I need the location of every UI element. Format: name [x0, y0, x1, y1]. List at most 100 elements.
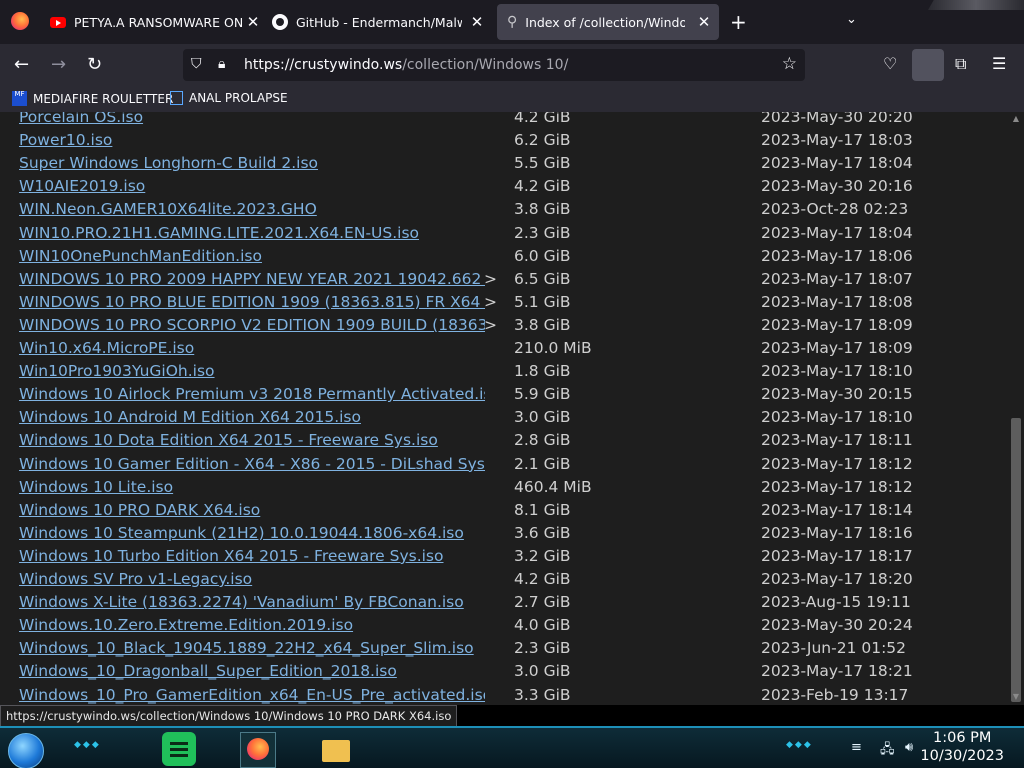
bookmark-second[interactable]: ANAL PROLAPSE	[170, 91, 288, 105]
close-icon[interactable]: ✕	[468, 13, 486, 31]
url-bar[interactable]: ⛉ 🔒︎ https://crustywindo.ws/collection/W…	[183, 49, 805, 81]
file-row: Windows 10 Lite.iso 460.4 MiB 2023-May-17 …	[0, 476, 1008, 499]
file-size: 2.3 GiB	[514, 639, 571, 658]
tab-petya-video[interactable]: PETYA.A RANSOMWARE ON A ✕	[50, 4, 268, 40]
file-link[interactable]: Windows_10_Black_19045.1889_22H2_x64_Sup…	[19, 637, 485, 660]
vertical-scrollbar[interactable]: ▲ ▼	[1008, 112, 1024, 705]
file-size: 4.2 GiB	[514, 570, 571, 588]
extension-button[interactable]	[912, 49, 944, 81]
file-row: Windows 10 PRO DARK X64.iso 8.1 GiB 2023-M…	[0, 499, 1008, 522]
file-explorer-icon[interactable]	[318, 732, 352, 766]
file-date: 2023-Jun-21 01:52	[761, 639, 907, 658]
taskbar-clock[interactable]: 1:06 PM 10/30/2023	[920, 729, 1004, 765]
bookmarks-bar: MF MEDIAFIRE ROULETTER ANAL PROLAPSE	[0, 86, 1024, 113]
tab-github[interactable]: GitHub - Endermanch/Malware ✕	[272, 4, 492, 40]
firefox-taskbar-icon[interactable]	[240, 732, 276, 768]
file-row: W10AIE2019.iso 4.2 GiB 2023-May-30 20:16	[0, 175, 1008, 198]
scroll-up-arrow-icon[interactable]: ▲	[1011, 114, 1021, 123]
file-link[interactable]: WINDOWS 10 PRO BLUE EDITION 1909 (18363.…	[19, 291, 485, 314]
file-row: Windows X-Lite (18363.2274) 'Vanadium' B…	[0, 591, 1008, 614]
file-size: 210.0 MiB	[514, 339, 592, 357]
file-link[interactable]: Windows_10_Dragonball_Super_Edition_2018…	[19, 660, 485, 683]
file-link[interactable]: Win10Pro1903YuGiOh.iso	[19, 360, 485, 383]
file-link[interactable]: Windows 10 Gamer Edition - X64 - X86 - 2…	[19, 453, 485, 476]
forward-button[interactable]: →	[51, 54, 66, 75]
file-size: 4.2 GiB	[514, 112, 571, 126]
file-row: Win10.x64.MicroPE.iso 210.0 MiB 2023-May-1…	[0, 337, 1008, 360]
pocket-icon[interactable]: ♡	[883, 54, 897, 73]
file-size: 460.4 MiB	[514, 477, 592, 496]
network-icon[interactable]: 🖧︎	[880, 740, 895, 762]
file-date: 2023-May-17 18:16	[761, 523, 913, 542]
firefox-icon[interactable]	[11, 12, 29, 30]
file-size: 5.1 GiB	[514, 292, 571, 311]
file-link[interactable]: Windows 10 Steampunk (21H2) 10.0.19044.1…	[19, 522, 485, 545]
file-link[interactable]: W10AIE2019.iso	[19, 175, 485, 198]
file-link[interactable]: WINDOWS 10 PRO 2009 HAPPY NEW YEAR 2021 …	[19, 268, 485, 291]
file-link[interactable]: Super Windows Longhorn-C Build 2.iso	[19, 152, 485, 175]
youtube-icon	[50, 16, 66, 28]
url-text[interactable]: https://crustywindo.ws/collection/Window…	[244, 57, 568, 73]
tab-label: PETYA.A RANSOMWARE ON A	[74, 14, 242, 30]
file-link[interactable]: Windows 10 Airlock Premium v3 2018 Perma…	[19, 383, 485, 406]
menu-icon[interactable]: ☰	[992, 54, 1006, 73]
file-date: 2023-May-17 18:08	[761, 292, 913, 311]
bookmark-mediafire[interactable]: MF MEDIAFIRE ROULETTER	[12, 91, 173, 106]
file-row: WIN10OnePunchManEdition.iso 6.0 GiB 2023-M…	[0, 245, 1008, 268]
file-date: 2023-May-17 18:12	[761, 477, 913, 496]
start-button[interactable]	[8, 733, 44, 768]
directory-listing: Porcelain OS.iso 4.2 GiB 2023-May-30 20:20…	[0, 112, 1008, 705]
back-button[interactable]: ←	[14, 54, 29, 75]
file-link[interactable]: Windows.10.Zero.Extreme.Edition.2019.iso	[19, 614, 485, 637]
file-link[interactable]: WIN10OnePunchManEdition.iso	[19, 245, 485, 268]
file-link[interactable]: WIN.Neon.GAMER10X64lite.2023.GHO	[19, 198, 485, 221]
decorative-frame	[928, 0, 1024, 10]
truncation-marker: >	[484, 269, 497, 288]
reload-button[interactable]: ↻	[87, 54, 102, 75]
close-icon[interactable]: ✕	[695, 13, 713, 31]
tab-index-of[interactable]: ⚲ Index of /collection/Windows 1 ✕	[497, 4, 719, 40]
bookmark-star-icon[interactable]: ☆	[782, 54, 797, 74]
volume-icon[interactable]: 🔊︎	[905, 740, 913, 755]
file-date: 2023-May-17 18:21	[761, 662, 913, 681]
scrollbar-thumb[interactable]	[1011, 418, 1021, 702]
file-link[interactable]: Windows SV Pro v1-Legacy.iso	[19, 568, 485, 591]
file-row: Windows SV Pro v1-Legacy.iso 4.2 GiB 2023-…	[0, 568, 1008, 591]
file-date: 2023-Feb-19 13:17	[761, 685, 909, 704]
file-link[interactable]: Power10.iso	[19, 129, 485, 152]
tab-strip: PETYA.A RANSOMWARE ON A ✕ GitHub - Ender…	[0, 0, 1024, 44]
file-link[interactable]: Windows X-Lite (18363.2274) 'Vanadium' B…	[19, 591, 485, 614]
file-link[interactable]: Windows 10 Lite.iso	[19, 476, 485, 499]
file-row: Windows 10 Airlock Premium v3 2018 Perma…	[0, 383, 1008, 406]
file-link[interactable]: Windows_10_Pro_GamerEdition_x64_En-US_Pr…	[19, 684, 485, 706]
file-size: 2.8 GiB	[514, 431, 571, 450]
file-date: 2023-May-17 18:10	[761, 408, 913, 427]
file-size: 3.8 GiB	[514, 200, 571, 219]
file-link[interactable]: Porcelain OS.iso	[19, 112, 485, 129]
list-all-tabs-button[interactable]: ⌄	[846, 12, 857, 27]
file-link[interactable]: Win10.x64.MicroPE.iso	[19, 337, 485, 360]
file-link[interactable]: Windows 10 Android M Edition X64 2015.is…	[19, 406, 485, 429]
file-link[interactable]: Windows 10 PRO DARK X64.iso	[19, 499, 485, 522]
bookmark-label: ANAL PROLAPSE	[189, 91, 288, 105]
lock-icon[interactable]: 🔒︎	[218, 56, 225, 72]
new-tab-button[interactable]: +	[730, 10, 747, 34]
file-size: 3.3 GiB	[514, 685, 571, 704]
file-size: 8.1 GiB	[514, 500, 571, 519]
scroll-down-arrow-icon[interactable]: ▼	[1011, 692, 1021, 701]
file-row: WINDOWS 10 PRO SCORPIO V2 EDITION 1909 B…	[0, 314, 1008, 337]
file-link[interactable]: WIN10.PRO.21H1.GAMING.LITE.2021.X64.EN-U…	[19, 222, 485, 245]
extensions-icon[interactable]: ⧉	[955, 54, 966, 74]
file-link[interactable]: WINDOWS 10 PRO SCORPIO V2 EDITION 1909 B…	[19, 314, 485, 337]
file-row: Win10Pro1903YuGiOh.iso 1.8 GiB 2023-May-17…	[0, 360, 1008, 383]
close-icon[interactable]: ✕	[244, 13, 262, 31]
shield-icon[interactable]: ⛉	[191, 56, 202, 72]
file-link[interactable]: Windows 10 Dota Edition X64 2015 - Freew…	[19, 429, 485, 452]
file-row: Windows 10 Gamer Edition - X64 - X86 - 2…	[0, 453, 1008, 476]
navigation-bar: ← → ↻ ⛉ 🔒︎ https://crustywindo.ws/collec…	[0, 44, 1024, 86]
file-date: 2023-May-17 18:09	[761, 339, 913, 357]
notes-app-icon[interactable]	[162, 732, 196, 766]
file-row: Windows 10 Turbo Edition X64 2015 - Free…	[0, 545, 1008, 568]
tray-arrow-icon[interactable]: ≡	[851, 740, 862, 755]
file-link[interactable]: Windows 10 Turbo Edition X64 2015 - Free…	[19, 545, 485, 568]
